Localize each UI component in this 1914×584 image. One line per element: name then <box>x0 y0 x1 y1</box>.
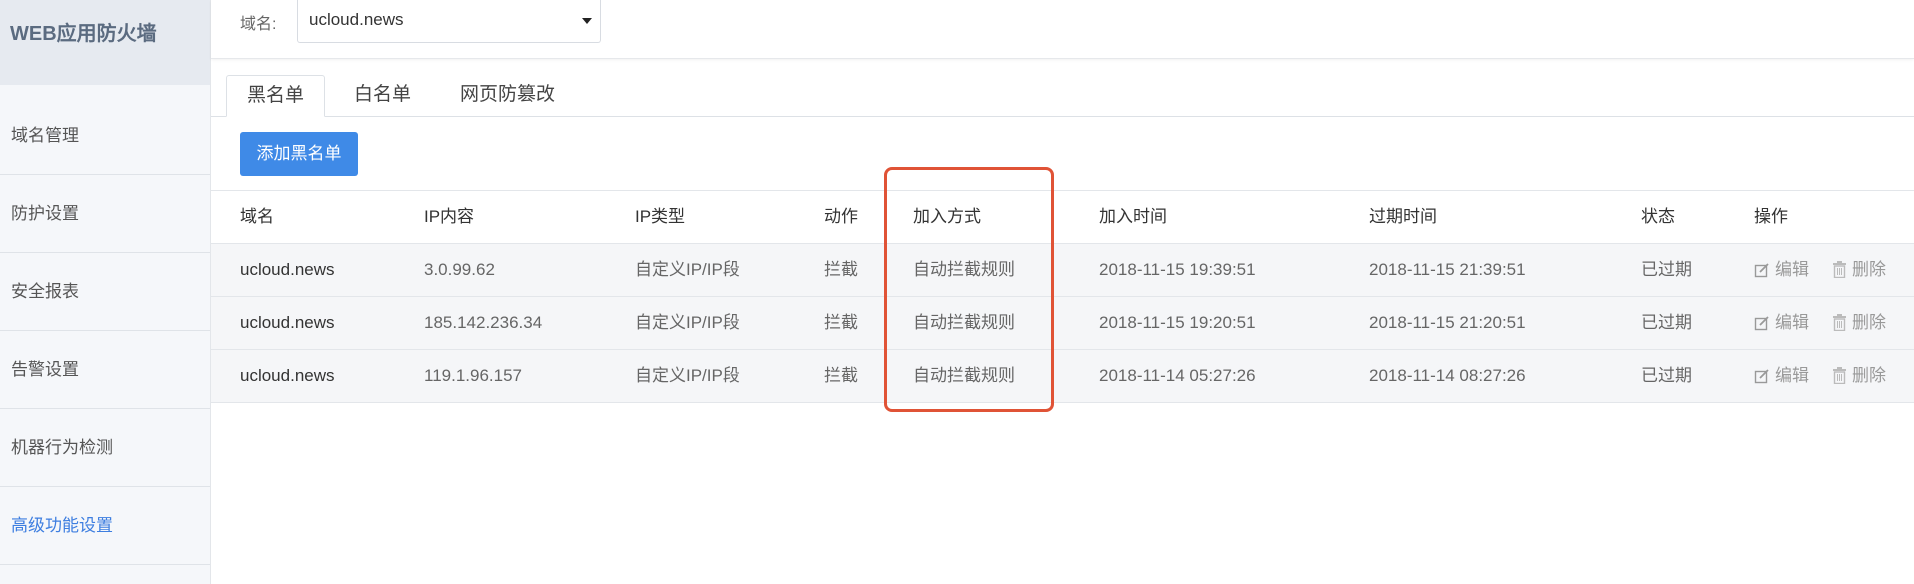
cell-expire-time: 2018-11-14 08:27:26 <box>1369 366 1526 385</box>
app-title: WEB应用防火墙 <box>0 0 210 85</box>
domain-select[interactable]: ucloud.news <box>297 0 601 43</box>
trash-icon <box>1833 314 1846 332</box>
delete-button[interactable]: 删除 <box>1832 350 1886 402</box>
cell-join-time: 2018-11-15 19:20:51 <box>1099 313 1256 332</box>
tab-anti-tamper[interactable]: 网页防篡改 <box>460 75 555 117</box>
delete-button[interactable]: 删除 <box>1832 244 1886 296</box>
delete-label: 删除 <box>1852 260 1886 279</box>
header-ip-content: IP内容 <box>424 207 475 226</box>
sidebar-item-bot-detection[interactable]: 机器行为检测 <box>0 409 210 487</box>
cell-join-method: 自动拦截规则 <box>913 260 1015 279</box>
cell-join-method: 自动拦截规则 <box>913 313 1015 332</box>
edit-label: 编辑 <box>1775 313 1809 332</box>
cell-ip-type: 自定义IP/IP段 <box>635 366 740 385</box>
cell-ip-content: 3.0.99.62 <box>424 260 495 279</box>
cell-domain: ucloud.news <box>240 366 335 385</box>
add-blacklist-button[interactable]: 添加黑名单 <box>240 132 358 176</box>
header-ip-type: IP类型 <box>635 207 686 226</box>
sidebar-item-security-reports[interactable]: 安全报表 <box>0 253 210 331</box>
sidebar-item-advanced-settings[interactable]: 高级功能设置 <box>0 487 210 565</box>
header-expire-time: 过期时间 <box>1369 207 1437 226</box>
delete-button[interactable]: 删除 <box>1832 297 1886 349</box>
edit-button[interactable]: 编辑 <box>1754 297 1809 349</box>
cell-status: 已过期 <box>1641 313 1692 332</box>
edit-button[interactable]: 编辑 <box>1754 244 1809 296</box>
table-row: ucloud.news 185.142.236.34 自定义IP/IP段 拦截 … <box>211 297 1914 350</box>
edit-icon <box>1754 316 1769 331</box>
domain-label: 域名: <box>240 16 277 33</box>
table-header-row: 域名 IP内容 IP类型 动作 加入方式 加入时间 过期时间 状态 操作 <box>211 191 1914 244</box>
cell-action: 拦截 <box>824 313 858 332</box>
cell-join-time: 2018-11-15 19:39:51 <box>1099 260 1256 279</box>
trash-icon <box>1833 367 1846 385</box>
sidebar-item-alert-settings[interactable]: 告警设置 <box>0 331 210 409</box>
header-join-method: 加入方式 <box>913 207 981 226</box>
cell-join-time: 2018-11-14 05:27:26 <box>1099 366 1256 385</box>
cell-action: 拦截 <box>824 366 858 385</box>
edit-icon <box>1754 263 1769 278</box>
cell-ip-content: 185.142.236.34 <box>424 313 543 332</box>
cell-ip-type: 自定义IP/IP段 <box>635 260 740 279</box>
delete-label: 删除 <box>1852 366 1886 385</box>
cell-join-method: 自动拦截规则 <box>913 366 1015 385</box>
trash-icon <box>1833 261 1846 279</box>
header-action: 动作 <box>824 207 858 226</box>
cell-domain: ucloud.news <box>240 313 335 332</box>
cell-domain: ucloud.news <box>240 260 335 279</box>
cell-action: 拦截 <box>824 260 858 279</box>
header-join-time: 加入时间 <box>1099 207 1167 226</box>
table-row: ucloud.news 119.1.96.157 自定义IP/IP段 拦截 自动… <box>211 350 1914 403</box>
cell-expire-time: 2018-11-15 21:20:51 <box>1369 313 1526 332</box>
cell-status: 已过期 <box>1641 260 1692 279</box>
header-domain: 域名 <box>240 207 274 226</box>
sidebar-item-protection-settings[interactable]: 防护设置 <box>0 175 210 253</box>
cell-ip-type: 自定义IP/IP段 <box>635 313 740 332</box>
edit-button[interactable]: 编辑 <box>1754 350 1809 402</box>
header-status: 状态 <box>1641 207 1675 226</box>
topbar: 域名: ucloud.news <box>211 0 1914 59</box>
caret-down-icon <box>582 18 592 24</box>
edit-label: 编辑 <box>1775 260 1809 279</box>
delete-label: 删除 <box>1852 313 1886 332</box>
cell-status: 已过期 <box>1641 366 1692 385</box>
tab-blacklist[interactable]: 黑名单 <box>226 75 326 117</box>
cell-ip-content: 119.1.96.157 <box>424 366 522 385</box>
blacklist-table: 域名 IP内容 IP类型 动作 加入方式 加入时间 过期时间 状态 操作 ucl… <box>211 190 1914 403</box>
sidebar: WEB应用防火墙 域名管理 防护设置 安全报表 告警设置 机器行为检测 高级功能… <box>0 0 211 584</box>
tab-whitelist[interactable]: 白名单 <box>354 75 411 117</box>
table-row: ucloud.news 3.0.99.62 自定义IP/IP段 拦截 自动拦截规… <box>211 244 1914 297</box>
cell-expire-time: 2018-11-15 21:39:51 <box>1369 260 1526 279</box>
edit-label: 编辑 <box>1775 366 1809 385</box>
sidebar-item-domain-management[interactable]: 域名管理 <box>0 97 210 175</box>
domain-select-value: ucloud.news <box>309 10 404 29</box>
header-operations: 操作 <box>1754 207 1788 226</box>
edit-icon <box>1754 369 1769 384</box>
